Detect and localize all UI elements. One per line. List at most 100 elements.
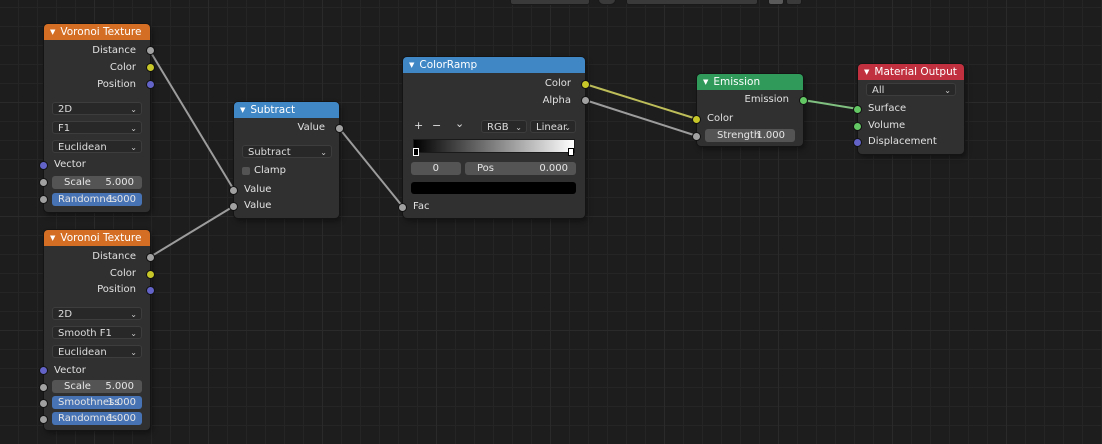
strength-field[interactable]: Strength 1.000 [705,129,795,142]
socket-color[interactable] [147,271,154,278]
socket-distance[interactable] [147,254,154,261]
input-color: Color [707,113,734,124]
node-header[interactable]: ▼ Material Output [858,64,964,80]
dropdown-value: Subtract [248,147,291,158]
input-surface: Surface [868,103,907,114]
collapse-triangle-icon[interactable]: ▼ [703,74,708,90]
socket-color[interactable] [147,64,154,71]
output-position: Position [97,79,136,90]
feature-dropdown[interactable]: Smooth F1 ⌄ [52,326,142,339]
dropdown-value: Euclidean [58,142,107,153]
field-label: Scale [64,177,91,188]
add-stop-icon[interactable]: + [414,119,423,132]
link-emission-to-surface [802,99,859,110]
scale-field[interactable]: Scale 5.000 [52,176,142,189]
socket-distance[interactable] [147,47,154,54]
voronoi-texture-node-2[interactable]: ▼ Voronoi Texture Distance Color Position… [40,230,154,430]
node-header[interactable]: ▼ ColorRamp [403,57,585,73]
randomness-field[interactable]: Randomnes 1.000 [52,412,142,425]
stop-position-field[interactable]: Pos 0.000 [465,162,576,175]
input-value-2: Value [244,200,272,211]
output-distance: Distance [92,251,136,262]
socket-alpha-output[interactable] [582,97,589,104]
emission-node[interactable]: ▼ Emission Emission Color Strength 1.000 [693,74,807,146]
dropdown-value: 2D [58,309,73,320]
color-stop-black[interactable] [413,148,419,156]
node-title: Voronoi Texture [60,232,142,244]
remove-stop-icon[interactable]: − [432,119,441,132]
input-fac: Fac [413,201,430,212]
socket-randomness-input[interactable] [40,416,47,423]
field-value: 1.000 [756,130,785,141]
field-value: 0.000 [539,163,568,174]
voronoi-texture-node-1[interactable]: ▼ Voronoi Texture Distance Color Position… [40,24,154,212]
color-stop-white[interactable] [568,148,574,156]
node-header[interactable]: ▼ Voronoi Texture [44,24,150,40]
collapse-triangle-icon[interactable]: ▼ [50,230,55,246]
interpolation-dropdown[interactable]: Linear ⌄ [530,120,576,133]
node-title: Material Output [874,66,957,78]
socket-position[interactable] [147,81,154,88]
socket-value-output[interactable] [336,125,343,132]
socket-position[interactable] [147,287,154,294]
operation-dropdown[interactable]: Subtract ⌄ [242,145,332,158]
output-distance: Distance [92,45,136,56]
color-mode-dropdown[interactable]: RGB ⌄ [481,120,527,133]
collapse-triangle-icon[interactable]: ▼ [50,24,55,40]
target-dropdown[interactable]: All ⌄ [866,83,956,96]
randomness-field[interactable]: Randomnes 1.000 [52,193,142,206]
output-color: Color [109,62,136,73]
socket-color-output[interactable] [582,81,589,88]
feature-dropdown[interactable]: F1 ⌄ [52,121,142,134]
node-title: Subtract [250,104,296,116]
link-value-to-fac [338,127,404,208]
field-value: 1.000 [107,413,136,424]
dimensions-dropdown[interactable]: 2D ⌄ [52,102,142,115]
node-title: Voronoi Texture [60,26,142,38]
dropdown-value: RGB [487,122,509,133]
collapse-triangle-icon[interactable]: ▼ [409,57,414,73]
clamp-label: Clamp [254,165,286,176]
field-value: 1.000 [107,397,136,408]
node-header[interactable]: ▼ Subtract [234,102,339,118]
dropdown-value: Linear [536,122,568,133]
socket-emission-output[interactable] [800,97,807,104]
dropdown-value: F1 [58,123,71,134]
node-header[interactable]: ▼ Emission [697,74,803,90]
output-alpha: Alpha [542,95,571,106]
chevron-down-icon: ⌄ [130,105,137,114]
field-value: 0 [432,163,439,174]
field-label: Scale [64,381,91,392]
stop-index-field[interactable]: 0 [411,162,461,175]
collapse-triangle-icon[interactable]: ▼ [864,64,869,80]
node-title: ColorRamp [419,59,478,71]
metric-dropdown[interactable]: Euclidean ⌄ [52,140,142,153]
input-vector-label: Vector [54,159,86,170]
smoothness-field[interactable]: Smoothness 1.000 [52,396,142,409]
collapse-triangle-icon[interactable]: ▼ [240,102,245,118]
scale-field[interactable]: Scale 5.000 [52,380,142,393]
output-value: Value [297,122,325,133]
socket-smoothness-input[interactable] [40,400,47,407]
output-color: Color [109,268,136,279]
chevron-down-icon: ⌄ [130,329,137,338]
socket-scale-input[interactable] [40,179,47,186]
ramp-menu-chevron-icon[interactable]: ⌄ [455,117,464,130]
input-value-1: Value [244,184,272,195]
link-distance-to-value1 [149,50,235,191]
stop-color-swatch[interactable] [411,182,576,194]
dimensions-dropdown[interactable]: 2D ⌄ [52,307,142,320]
socket-strength-input[interactable] [693,133,700,140]
material-output-node[interactable]: ▼ Material Output All ⌄ Surface Volume Dis… [854,64,964,154]
chevron-down-icon: ⌄ [944,86,951,95]
node-header[interactable]: ▼ Voronoi Texture [44,230,150,246]
metric-dropdown[interactable]: Euclidean ⌄ [52,345,142,358]
socket-scale-input[interactable] [40,384,47,391]
chevron-down-icon: ⌄ [320,148,327,157]
color-ramp-bar[interactable] [413,139,575,153]
colorramp-node[interactable]: ▼ ColorRamp Color Alpha + − ⌄ RGB ⌄ Linear… [399,57,589,218]
chevron-down-icon: ⌄ [564,123,571,132]
chevron-down-icon: ⌄ [130,124,137,133]
socket-randomness-input[interactable] [40,196,47,203]
math-subtract-node[interactable]: ▼ Subtract Value Subtract ⌄ Clamp Value Va… [230,102,343,218]
